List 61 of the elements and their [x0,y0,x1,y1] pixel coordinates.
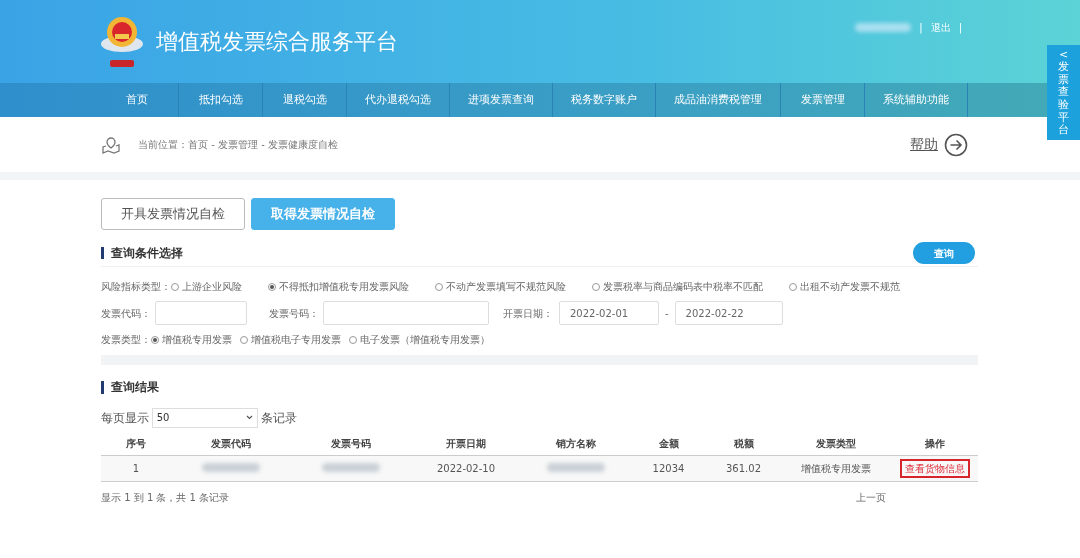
radio-option[interactable]: 出租不动产发票不规范 [789,279,900,294]
input-field[interactable] [323,301,489,325]
separator-text: | [919,21,923,35]
location-icon [102,135,120,154]
column-header: 金额 [631,431,706,456]
column-header: 销方名称 [521,431,631,456]
radio-option[interactable]: 增值税专用发票 [151,332,232,347]
mode-tab[interactable]: 开具发票情况自检 [101,198,245,230]
redacted-username [855,23,912,32]
nav-item[interactable]: 首页 [95,83,179,117]
breadcrumb-text: 当前位置：首页 - 发票管理 - 发票健康度自检 [138,138,338,152]
previous-page-link[interactable]: 上一页 [856,490,886,506]
help-link[interactable]: 帮助 [910,132,968,157]
nav-item[interactable]: 代办退税勾选 [347,83,450,117]
table-cell: 增值税专用发票 [781,455,891,482]
nav-item[interactable]: 抵扣勾选 [179,83,263,117]
redacted-value [202,463,260,473]
column-header: 税额 [706,431,781,456]
column-header: 发票号码 [291,431,411,456]
site-title: 增值税发票综合服务平台 [156,28,398,56]
column-header: 操作 [891,431,978,456]
records-summary: 显示 1 到 1 条，共 1 条记录 [101,491,230,506]
arrow-text: < [1058,49,1069,61]
radio-option[interactable]: 发票税率与商品编码表中税率不匹配 [592,279,763,294]
section-title: 查询条件选择 [101,246,183,260]
column-header: 序号 [101,431,171,456]
field-label: 发票号码： [269,306,319,321]
column-header: 发票代码 [171,431,291,456]
radio-option[interactable]: 不得抵扣增值税专用发票风险 [268,279,409,294]
nav-item[interactable]: 退税勾选 [263,83,347,117]
column-header: 开票日期 [411,431,521,456]
caret-icon [245,415,253,421]
field-label: 风险指标类型： [101,280,171,294]
table-cell: 12034 [631,455,706,482]
field-label: 发票类型： [101,333,151,347]
radio-option[interactable]: 上游企业风险 [171,279,242,294]
redacted-value [322,463,380,473]
nav-item[interactable]: 进项发票查询 [450,83,553,117]
side-tab-label: 发票查验平台 [1058,61,1069,137]
radio-option[interactable]: 不动产发票填写不规范风险 [435,279,566,294]
nav-item[interactable]: 税务数字账户 [553,83,656,117]
view-goods-link[interactable]: 查看货物信息 [899,459,970,479]
field-label: 开票日期： [503,306,553,321]
arrow-right-icon [944,132,968,157]
radio-option[interactable]: 电子发票（增值税专用发票） [349,332,490,347]
date-field[interactable]: 2022-02-01 [559,301,659,325]
table-cell: 2022-02-10 [411,455,521,482]
separator-text: | [958,21,962,35]
table-cell: 1 [101,455,171,482]
field-label: 发票代码： [101,306,151,321]
radio-option[interactable]: 增值税电子专用发票 [240,332,341,347]
redacted-value [547,463,605,473]
date-field[interactable]: 2022-02-22 [674,301,783,325]
separator-text: - [665,306,669,321]
table-cell: 361.02 [706,455,781,482]
input-field[interactable] [155,301,247,325]
page-size-label: 每页显示 [101,409,149,427]
page-size-select[interactable]: 50 [151,407,258,428]
column-header: 发票类型 [781,431,891,456]
section-title: 查询结果 [101,381,978,394]
page-size-label: 条记录 [260,409,297,427]
